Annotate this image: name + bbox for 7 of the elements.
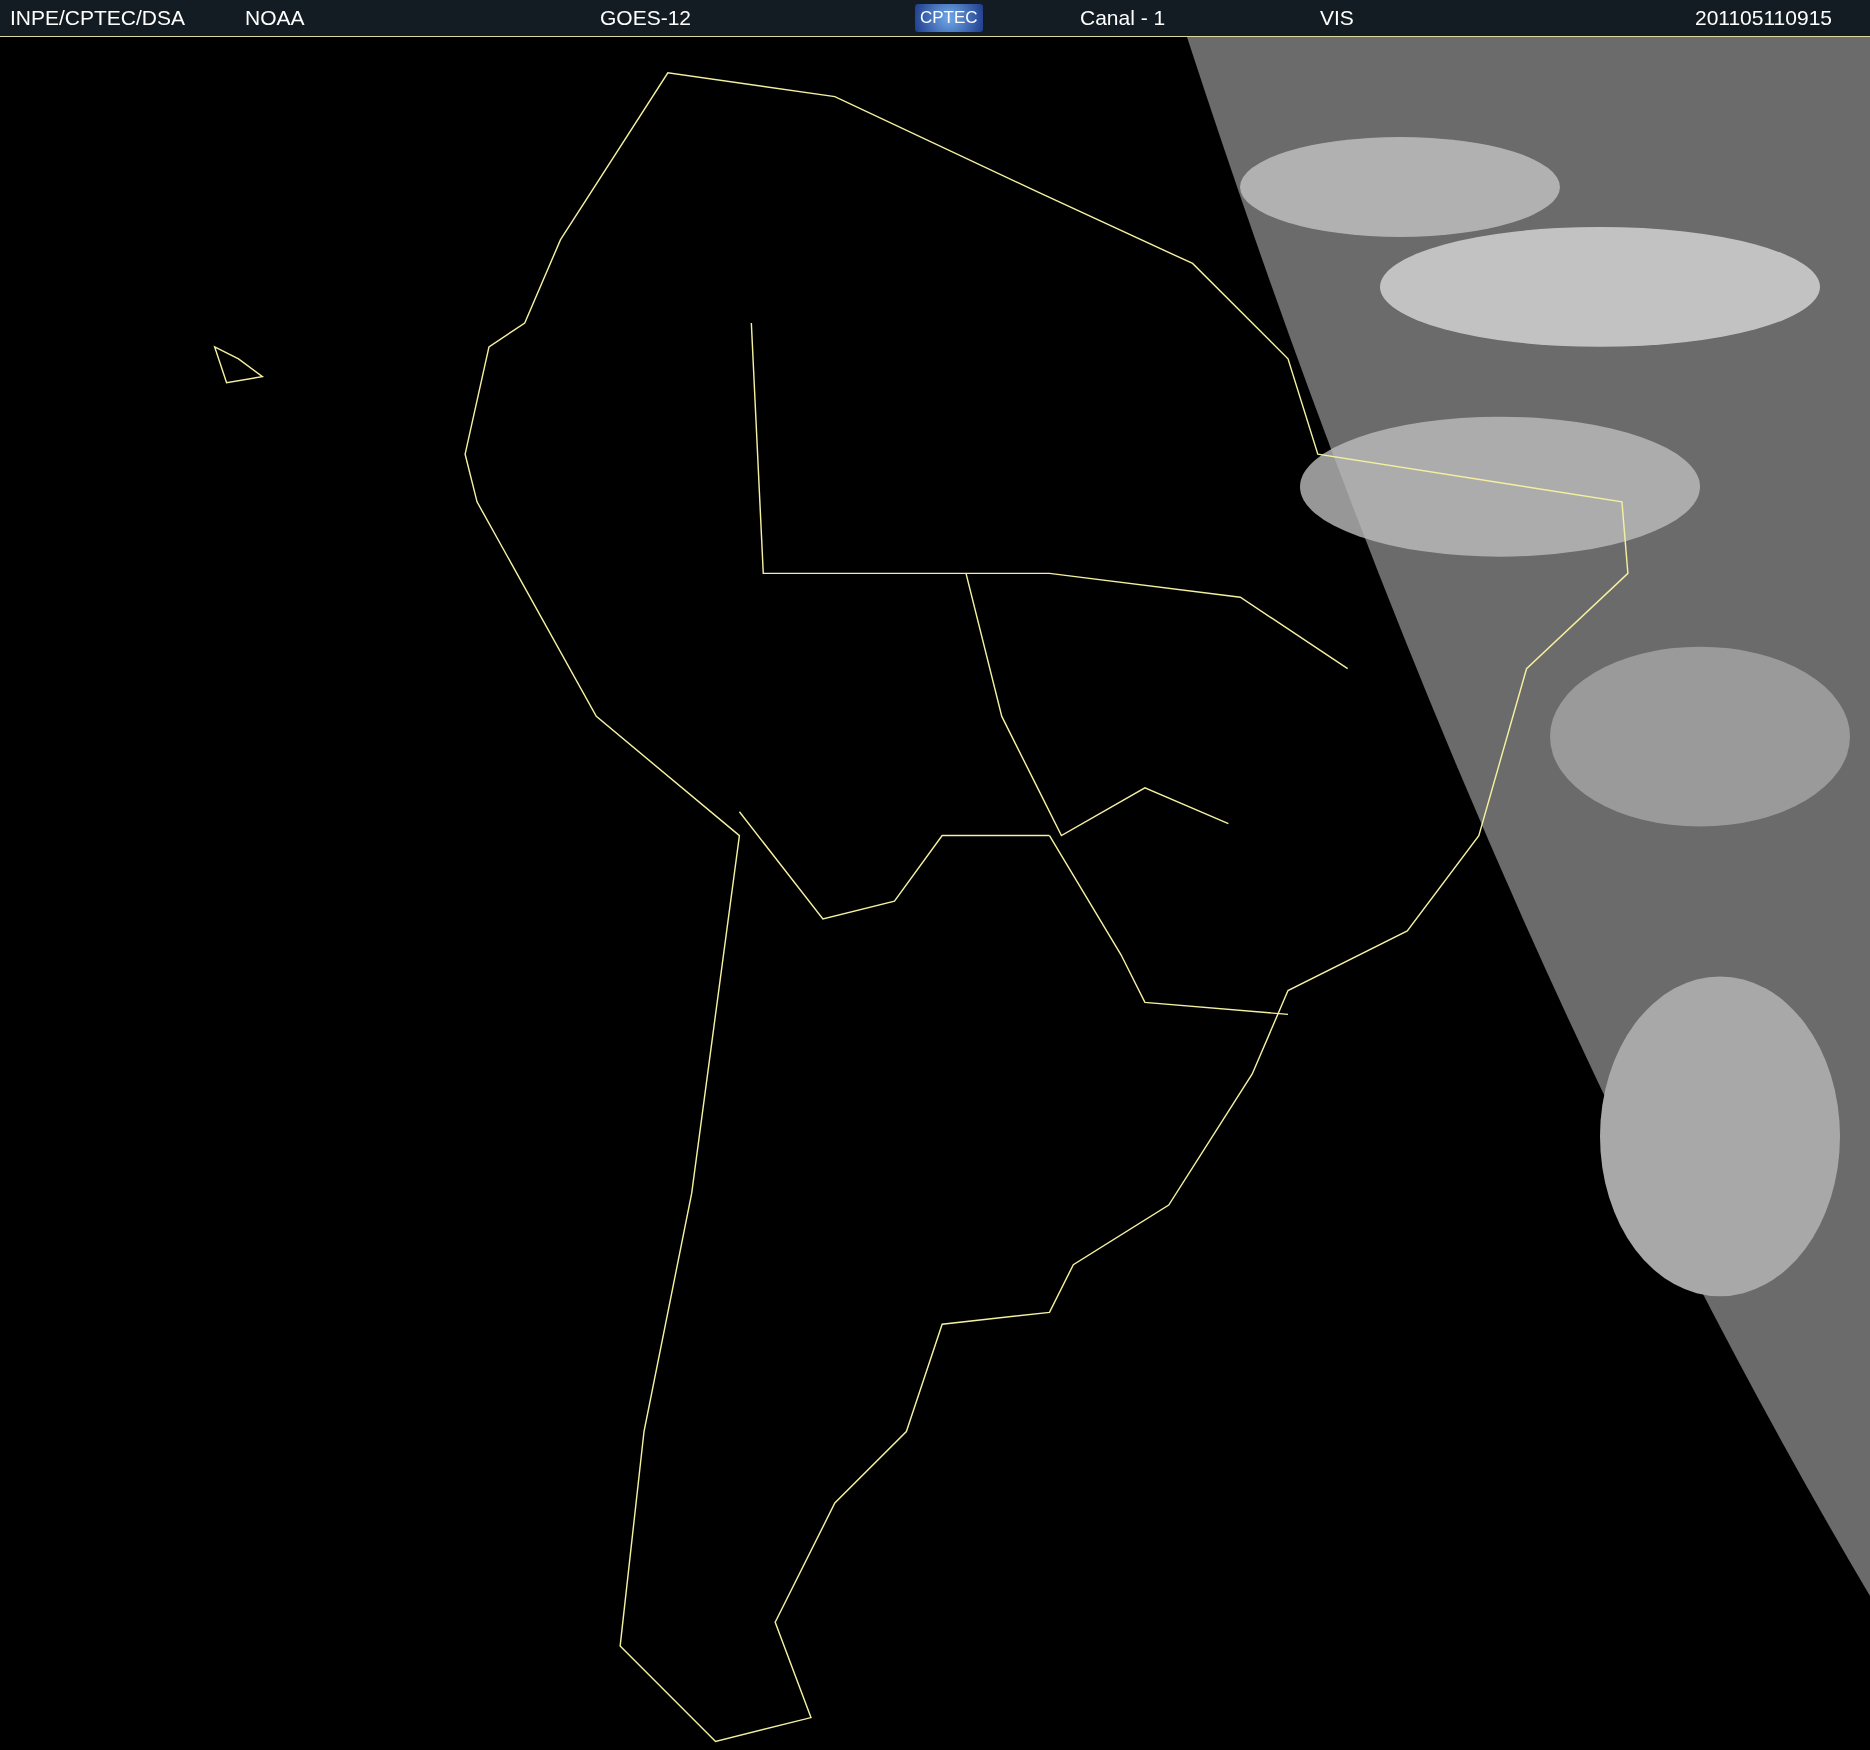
- header-label: INPE/CPTEC/DSA: [10, 6, 186, 30]
- header-label: VIS: [1320, 6, 1354, 30]
- header-label: NOAA: [245, 6, 305, 30]
- header-label: GOES-12: [600, 6, 692, 30]
- header-label: Canal - 1: [1080, 6, 1166, 30]
- header-label: 201105110915: [1694, 6, 1832, 30]
- logo: CPTEC: [915, 4, 983, 32]
